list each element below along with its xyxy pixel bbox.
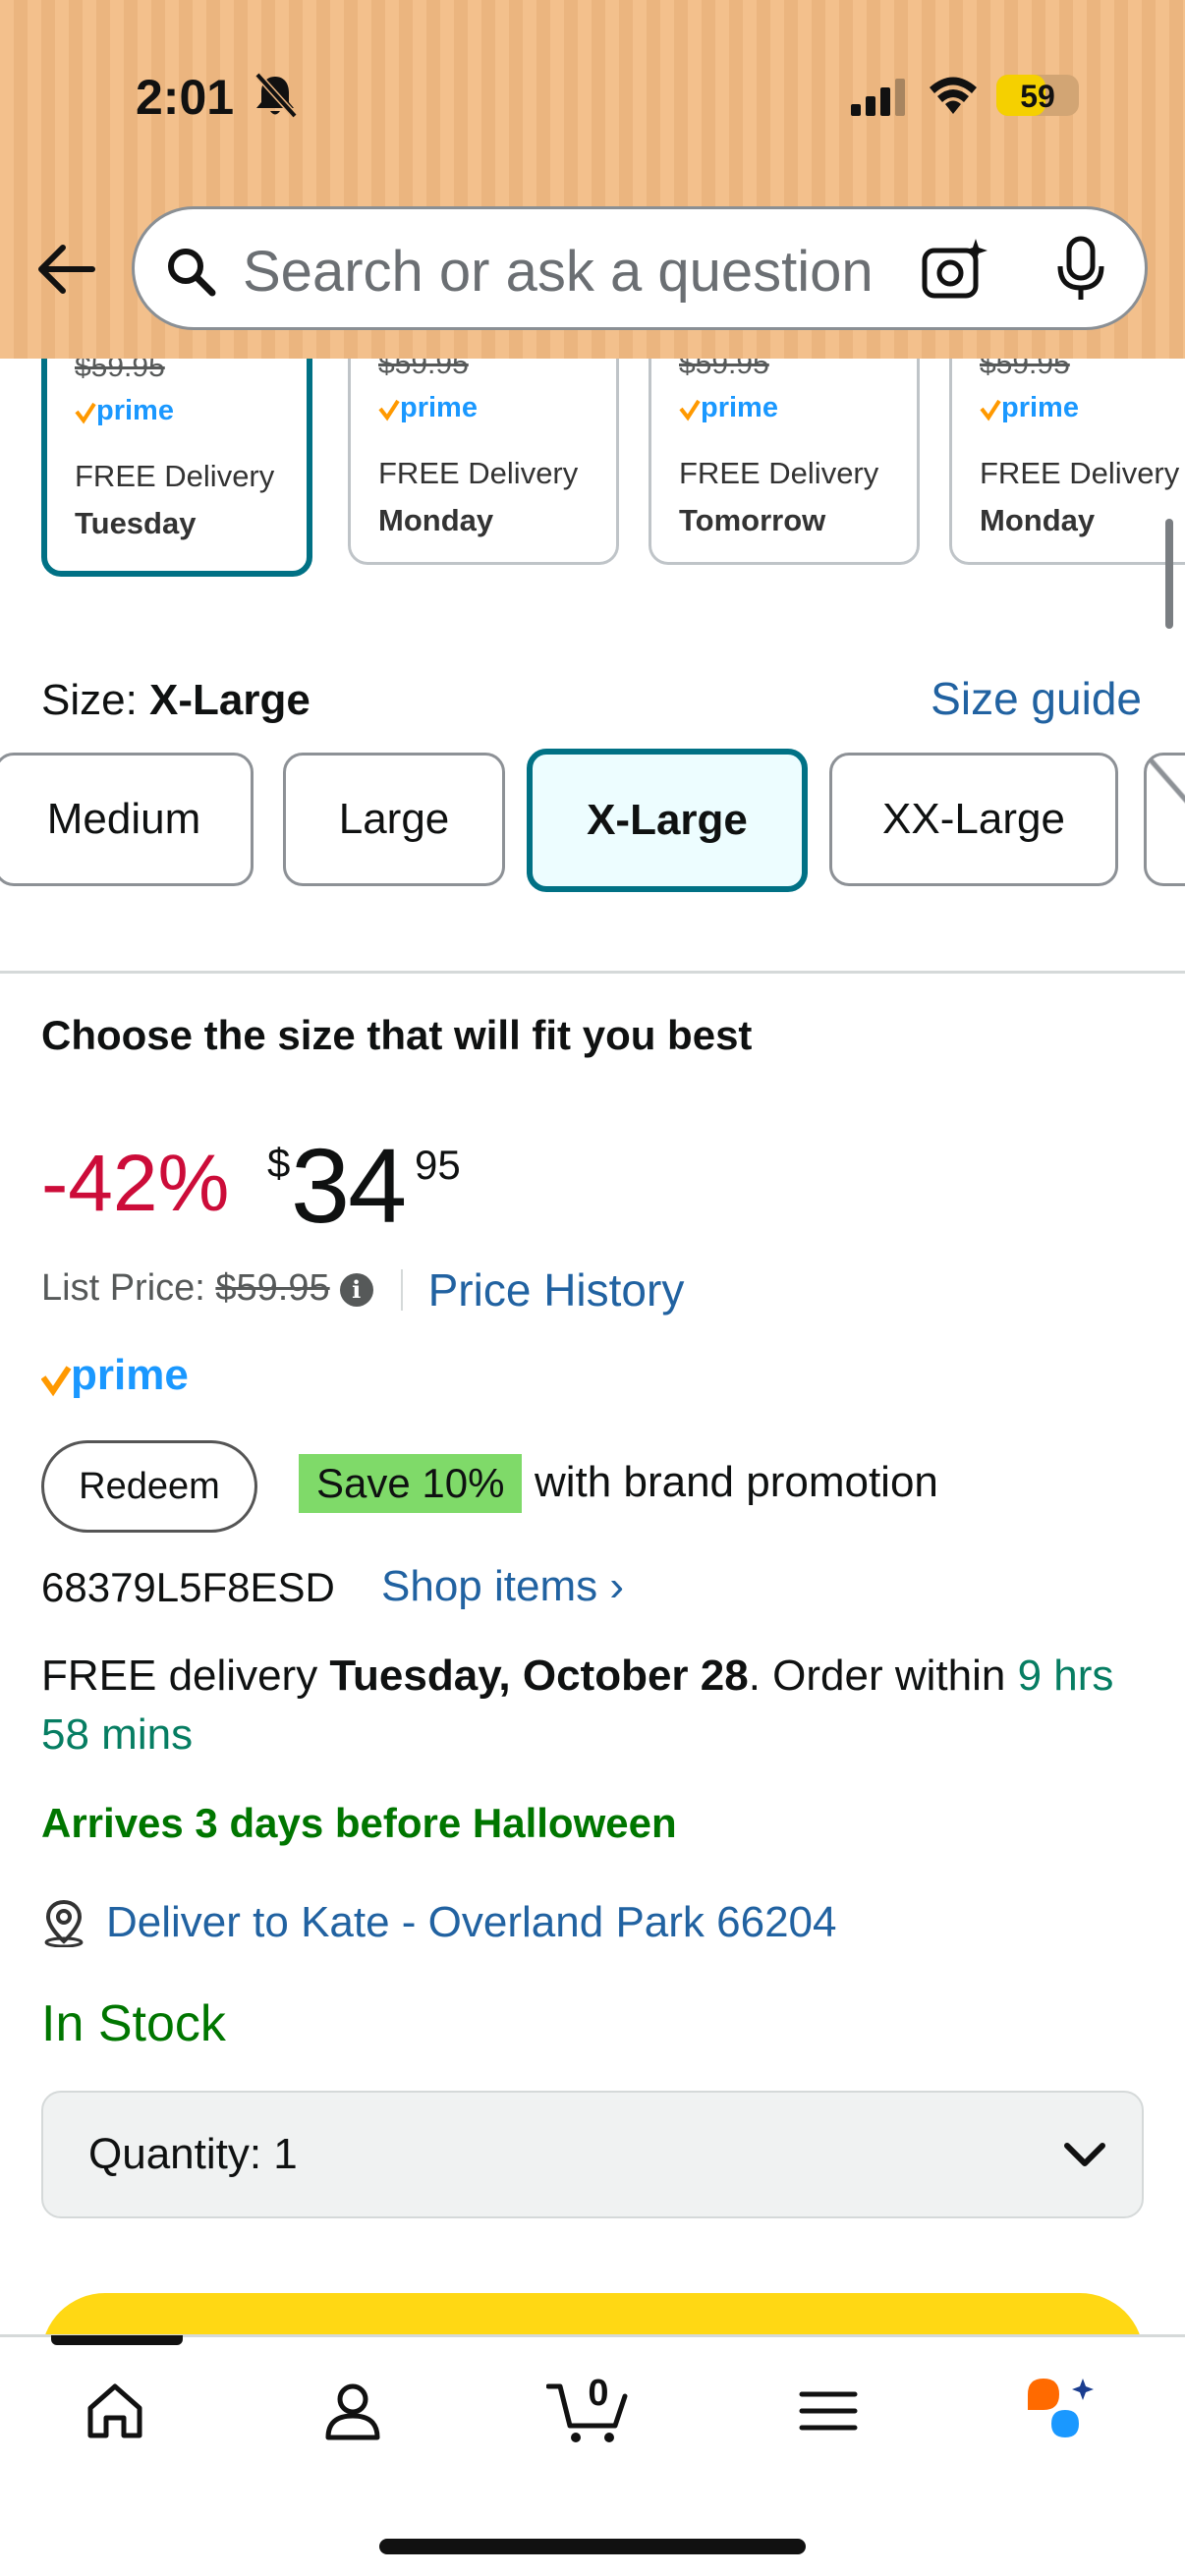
wifi-icon [930, 77, 977, 114]
rufus-assistant-icon[interactable] [1022, 2373, 1100, 2443]
size-option-medium[interactable]: Medium [0, 753, 254, 886]
card-price: $59.95 [980, 359, 1070, 380]
list-price-label: List Price: [41, 1267, 216, 1310]
card-delivery-day: Tomorrow [679, 503, 826, 537]
redeem-button[interactable]: Redeem [41, 1440, 257, 1533]
list-price-row: List Price: $59.95 i Price History [41, 1263, 684, 1316]
deliver-to-link[interactable]: Deliver to Kate - Overland Park 66204 [106, 1898, 837, 1947]
delivery-option-card[interactable]: $59.95 prime FREE Delivery Monday [949, 359, 1185, 565]
delivery-option-card[interactable]: $59.95 prime FREE Delivery Tomorrow [649, 359, 920, 565]
section-divider [0, 971, 1185, 974]
battery-icon: 59 [996, 75, 1079, 116]
price-currency: $ [267, 1140, 291, 1186]
cellular-signal-icon [851, 79, 905, 116]
delivery-date: Tuesday, October 28 [329, 1652, 749, 1700]
home-icon[interactable] [85, 2380, 145, 2441]
stock-status: In Stock [41, 1995, 226, 2052]
search-icon [168, 249, 216, 297]
prime-logo: prime [378, 392, 478, 423]
quantity-value: Quantity: 1 [88, 2130, 298, 2178]
cart-count-badge: 0 [588, 2373, 609, 2414]
size-option-unavailable[interactable] [1144, 753, 1185, 886]
card-price: $59.95 [75, 359, 165, 383]
location-pin-icon [44, 1899, 84, 1947]
svg-text:prime: prime [1001, 392, 1079, 423]
card-delivery-day: Monday [980, 503, 1096, 537]
separator [400, 1269, 403, 1311]
price-whole: 34 [291, 1126, 407, 1245]
list-price-value: $59.95 [215, 1267, 330, 1310]
arrives-before-halloween: Arrives 3 days before Halloween [41, 1800, 677, 1846]
card-price: $59.95 [378, 359, 469, 380]
search-bar[interactable]: Search or ask a question [132, 206, 1148, 330]
camera-lens-icon[interactable] [921, 237, 991, 304]
svg-text:prime: prime [71, 1351, 189, 1399]
size-option-large[interactable]: Large [283, 753, 505, 886]
chevron-down-icon [1064, 2143, 1105, 2166]
card-price: $59.95 [679, 359, 769, 380]
promo-code: 68379L5F8ESD [41, 1564, 335, 1610]
size-option-xx-large[interactable]: XX-Large [829, 753, 1118, 886]
prime-logo: prime [679, 392, 778, 423]
header: 2:01 59 Search or ask a question [0, 0, 1185, 359]
prime-logo: prime [75, 395, 174, 426]
prime-logo: prime [41, 1351, 189, 1399]
active-tab-indicator [51, 2335, 183, 2345]
status-time: 2:01 [136, 70, 235, 125]
delivery-info: FREE delivery Tuesday, October 28. Order… [41, 1652, 1114, 1759]
silent-bell-icon [254, 72, 298, 119]
delivery-options-carousel: $59.95 prime FREE Delivery Tuesday $59.9… [0, 359, 1185, 585]
shop-items-link[interactable]: Shop items › [381, 1562, 624, 1611]
info-icon[interactable]: i [339, 1273, 373, 1307]
card-delivery-day: Monday [378, 503, 494, 537]
price-history-link[interactable]: Price History [428, 1264, 685, 1316]
back-arrow-icon[interactable] [33, 240, 98, 299]
card-delivery-label: FREE Delivery [378, 456, 579, 490]
card-delivery-day: Tuesday [75, 506, 197, 540]
svg-text:prime: prime [400, 392, 478, 423]
delivery-option-card[interactable]: $59.95 prime FREE Delivery Tuesday [41, 359, 312, 577]
menu-icon[interactable] [798, 2380, 859, 2441]
card-delivery-label: FREE Delivery [75, 459, 275, 493]
promo-text: with brand promotion [535, 1458, 938, 1506]
card-delivery-label: FREE Delivery [980, 456, 1180, 490]
price-fraction: 95 [415, 1142, 461, 1188]
selected-size-value: X-Large [149, 676, 310, 724]
svg-text:prime: prime [701, 392, 778, 423]
battery-percent: 59 [1020, 79, 1055, 114]
size-option-x-large[interactable]: X-Large [527, 749, 808, 892]
card-delivery-label: FREE Delivery [679, 456, 879, 490]
delivery-option-card[interactable]: $59.95 prime FREE Delivery Monday [348, 359, 619, 565]
svg-text:prime: prime [96, 395, 174, 426]
home-indicator[interactable] [379, 2539, 806, 2554]
microphone-icon[interactable] [1054, 235, 1107, 304]
profile-icon[interactable] [322, 2380, 383, 2441]
prime-logo: prime [980, 392, 1079, 423]
save-badge: Save 10% [299, 1454, 523, 1513]
discount-percent: -42% [41, 1139, 230, 1228]
size-guide-link[interactable]: Size guide [931, 672, 1142, 725]
size-label: Size: X-Large [41, 676, 310, 724]
size-options: Medium Large X-Large XX-Large [0, 749, 1185, 894]
scrollbar-thumb[interactable] [1165, 519, 1173, 629]
fit-heading: Choose the size that will fit you best [41, 1012, 753, 1058]
quantity-dropdown[interactable]: Quantity: 1 [41, 2091, 1144, 2218]
